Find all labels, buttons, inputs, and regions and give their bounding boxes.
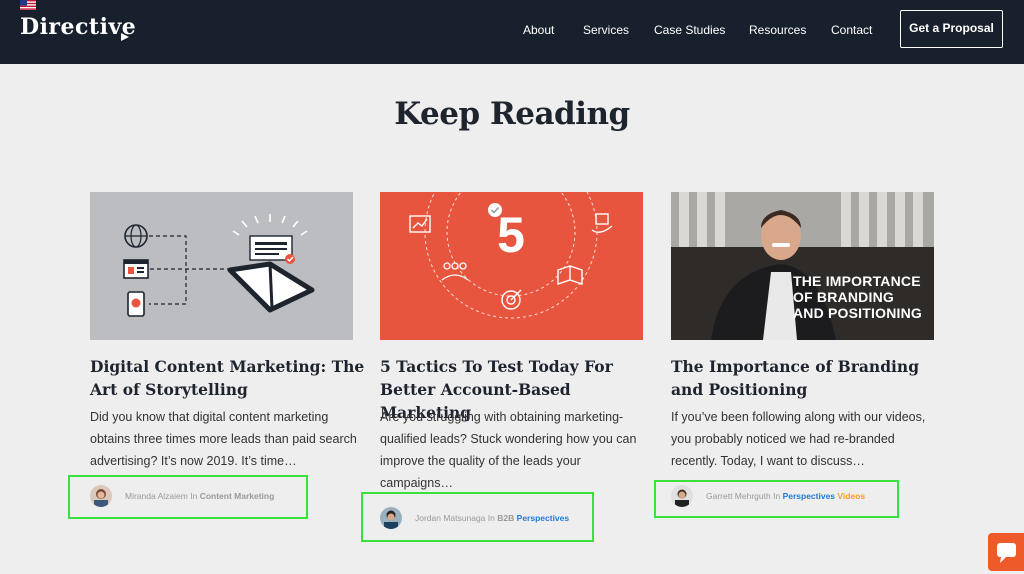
site-logo[interactable]: Directive: [20, 14, 136, 40]
article-thumbnail[interactable]: THE IMPORTANCE OF BRANDING AND POSITIONI…: [671, 192, 934, 340]
chat-bubble-icon: [997, 543, 1016, 563]
article-excerpt: Are you struggling with obtaining market…: [380, 410, 637, 490]
thumb-number: 5: [497, 207, 525, 263]
highlight-box: [654, 480, 899, 518]
article-excerpt: Did you know that digital content market…: [90, 410, 357, 468]
nav-contact[interactable]: Contact: [831, 0, 872, 64]
article-title[interactable]: The Importance of Branding and Positioni…: [671, 355, 946, 401]
storytelling-illustration-icon: [123, 214, 315, 317]
article-excerpt: If you’ve been following along with our …: [671, 410, 926, 468]
article-title[interactable]: Digital Content Marketing: The Art of St…: [90, 355, 365, 401]
nav-services[interactable]: Services: [583, 0, 629, 64]
chat-button[interactable]: [988, 533, 1024, 571]
site-header: Directive About Services Case Studies Re…: [0, 0, 1024, 64]
thumb-overlay-text: THE IMPORTANCE OF BRANDING AND POSITIONI…: [793, 273, 923, 321]
get-a-proposal-button[interactable]: Get a Proposal: [900, 10, 1003, 48]
highlight-box: [361, 492, 594, 542]
article-thumbnail[interactable]: 5: [380, 192, 643, 340]
nav-about[interactable]: About: [523, 0, 554, 64]
nav-case-studies[interactable]: Case Studies: [654, 0, 725, 64]
highlight-box: [68, 475, 308, 519]
article-thumbnail[interactable]: [90, 192, 353, 340]
five-tactics-illustration-icon: 5: [409, 192, 613, 319]
section-title: Keep Reading: [394, 96, 630, 132]
us-flag-icon[interactable]: [20, 0, 36, 10]
nav-resources[interactable]: Resources: [749, 0, 806, 64]
logo-caret-icon: [121, 33, 129, 41]
